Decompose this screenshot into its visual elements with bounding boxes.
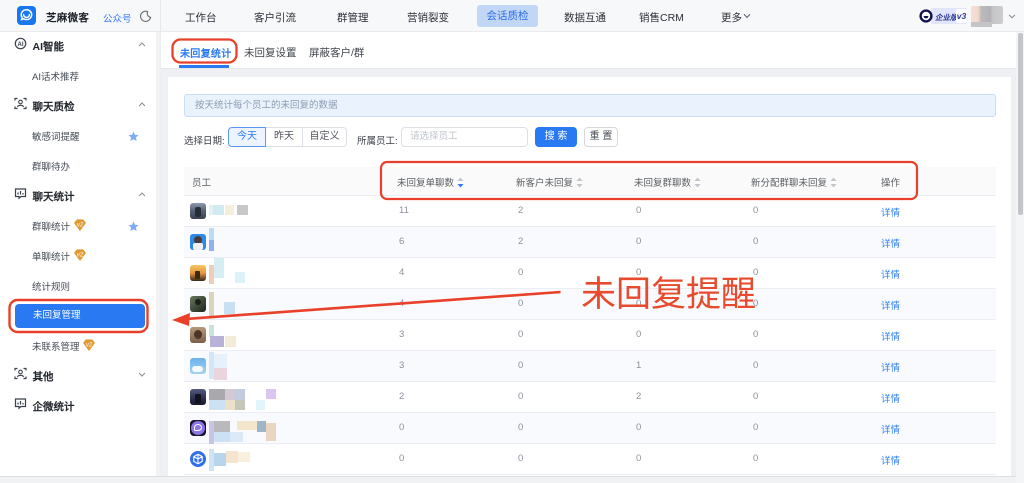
svg-text:v2: v2 — [77, 222, 84, 228]
svg-text:v2: v2 — [86, 342, 93, 348]
svg-text:v2: v2 — [77, 252, 84, 258]
svg-text:AI: AI — [18, 42, 24, 48]
